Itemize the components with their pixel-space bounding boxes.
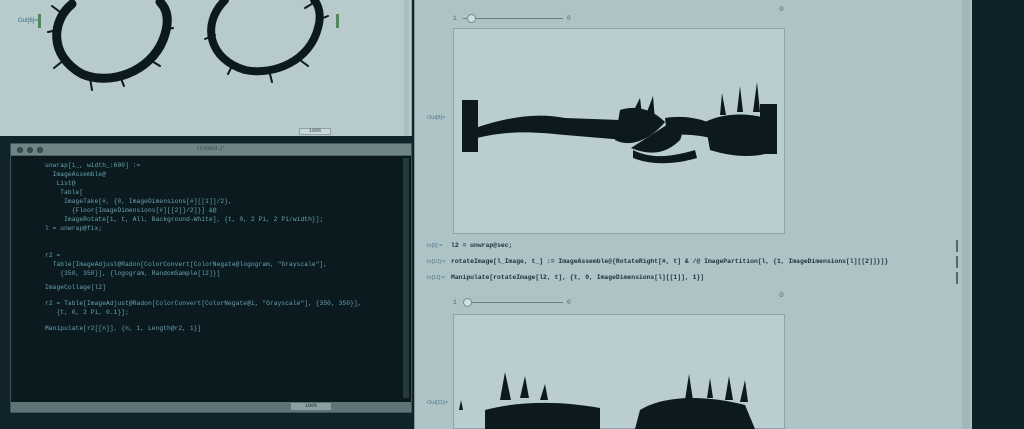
code-line: {t, 0, 2 Pi, 0.1}]; [45,309,129,316]
desktop-background [972,0,1024,429]
unwrapped-logogram-image-2 [459,372,755,429]
code-line: ImageRotate[i, t, All, Background→White]… [45,216,324,223]
code-line: Table[ [45,189,84,196]
editor-zoom-indicator[interactable]: 100% [291,403,331,410]
code-line: Table[ImageAdjust@Radon[ColorConvert[Col… [45,261,328,268]
code-line: {Floor[ImageDimensions[#][[2]]/2]}] &@ [45,207,217,214]
code-line: ImageTake[#, {0, ImageDimensions[#][[1]]… [45,198,232,205]
right-notebook-window: 1 0 ⚙ Out[8]= In[9]:= l2 = unwrap@sec; I… [414,0,972,429]
code-line: l = unwrap@fix; [45,225,103,232]
code-area[interactable]: unwrap[i_, width_:600] := ImageAssemble@… [15,158,399,400]
logogram-rings-image [47,0,329,91]
code-line: ImageCollage[l2] [45,284,107,291]
code-line: Manipulate[r2[[n]], {n, 1, Length@r2, 1}… [45,325,202,332]
code-line: ImageAssemble@ [45,171,107,178]
top-notebook-window: Out[6]= 100% [0,0,412,136]
editor-titlebar[interactable]: Untitled-1* [11,144,411,156]
zoom-indicator[interactable]: 100% [299,128,331,135]
code-line: {350, 350}], {logogram, RandomSample[l2]… [45,270,221,277]
editor-title: Untitled-1* [196,146,225,152]
notebook-scrollbar[interactable] [962,0,970,429]
editor-footer: 100% [11,402,411,412]
code-editor-window: Untitled-1* unwrap[i_, width_:600] := Im… [10,143,412,413]
code-line: unwrap[i_, width_:600] := [45,162,141,169]
code-line: List@ [45,180,76,187]
vertical-scrollbar[interactable] [404,0,409,136]
code-line: r2 = [45,252,61,259]
code-line: r2 = Table[ImageAdjust@Radon[ColorConver… [45,300,362,307]
editor-scrollbar[interactable] [403,158,409,398]
